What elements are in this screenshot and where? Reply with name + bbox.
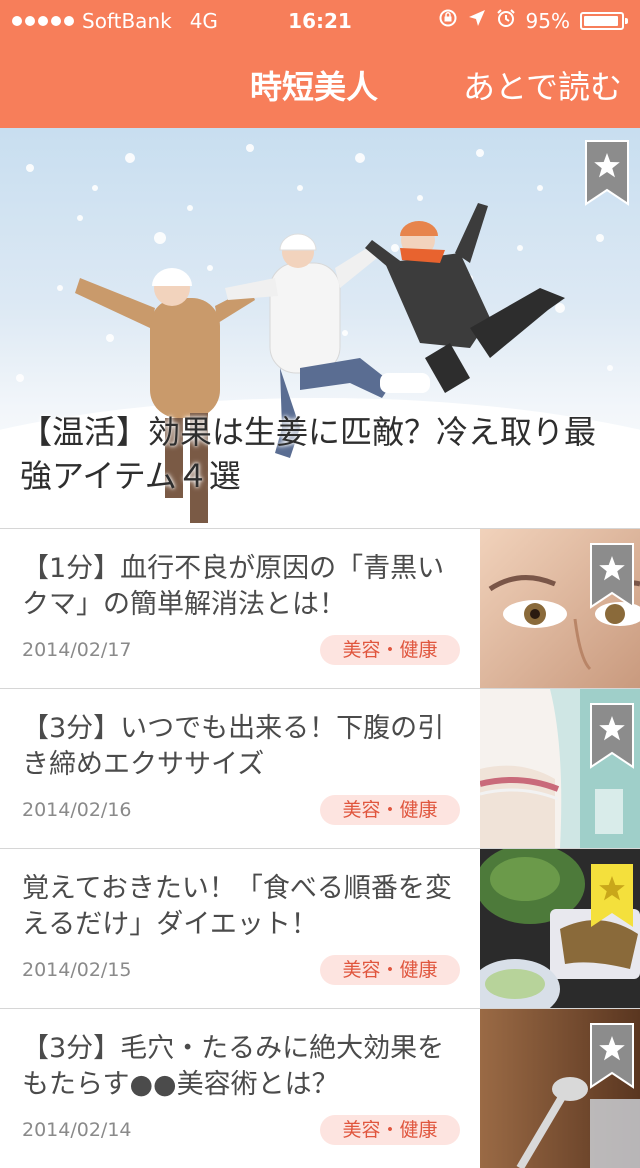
article-date: 2014/02/14 bbox=[22, 1119, 132, 1141]
bookmark-button[interactable] bbox=[590, 1023, 634, 1089]
category-tag: 美容・健康 bbox=[320, 1115, 460, 1145]
article-title: 【1分】血行不良が原因の「青黒いクマ」の簡単解消法とは！ bbox=[22, 553, 445, 620]
featured-title: 【温活】効果は生姜に匹敵？冷え取り最強アイテム４選 bbox=[20, 413, 597, 495]
article-date: 2014/02/17 bbox=[22, 639, 132, 661]
rotation-lock-icon bbox=[438, 8, 458, 33]
article-list: 【1分】血行不良が原因の「青黒いクマ」の簡単解消法とは！ 2014/02/17 … bbox=[0, 528, 640, 1168]
location-arrow-icon bbox=[468, 9, 486, 32]
article-title: 覚えておきたい！「食べる順番を変えるだけ」ダイエット！ bbox=[22, 873, 452, 940]
article-item[interactable]: 【3分】いつでも出来る！下腹の引き締めエクササイズ 2014/02/16 美容・… bbox=[0, 688, 640, 848]
status-right: 95% bbox=[438, 8, 628, 33]
nav-bar: 時短美人 あとで読む bbox=[0, 40, 640, 128]
article-item[interactable]: 【3分】毛穴・たるみに絶大効果をもたらす●●美容術とは？ 2014/02/14 … bbox=[0, 1008, 640, 1168]
alarm-icon bbox=[496, 8, 516, 33]
article-date: 2014/02/15 bbox=[22, 959, 132, 981]
status-bar: SoftBank 4G 16:21 95% bbox=[0, 0, 640, 40]
article-date: 2014/02/16 bbox=[22, 799, 132, 821]
person-right bbox=[365, 203, 565, 393]
article-title: 【3分】毛穴・たるみに絶大効果をもたらす●●美容術とは？ bbox=[22, 1033, 445, 1100]
battery-percent: 95% bbox=[525, 8, 570, 33]
article-item[interactable]: 覚えておきたい！「食べる順番を変えるだけ」ダイエット！ 2014/02/15 美… bbox=[0, 848, 640, 1008]
bookmark-button[interactable] bbox=[590, 703, 634, 769]
category-tag: 美容・健康 bbox=[320, 795, 460, 825]
article-title: 【3分】いつでも出来る！下腹の引き締めエクササイズ bbox=[22, 713, 445, 780]
app-title: 時短美人 bbox=[250, 68, 379, 106]
category-tag: 美容・健康 bbox=[320, 955, 460, 985]
article-item[interactable]: 【1分】血行不良が原因の「青黒いクマ」の簡単解消法とは！ 2014/02/17 … bbox=[0, 528, 640, 688]
bookmark-button-active[interactable] bbox=[590, 863, 634, 929]
read-later-button[interactable]: あとで読む bbox=[463, 62, 622, 108]
featured-bookmark-button[interactable] bbox=[585, 140, 629, 206]
app-header: SoftBank 4G 16:21 95% 時短美人 あとで読む bbox=[0, 0, 640, 128]
featured-article[interactable]: 【温活】効果は生姜に匹敵？冷え取り最強アイテム４選 bbox=[0, 128, 640, 528]
battery-icon bbox=[580, 11, 628, 30]
category-tag: 美容・健康 bbox=[320, 635, 460, 665]
bookmark-button[interactable] bbox=[590, 543, 634, 609]
